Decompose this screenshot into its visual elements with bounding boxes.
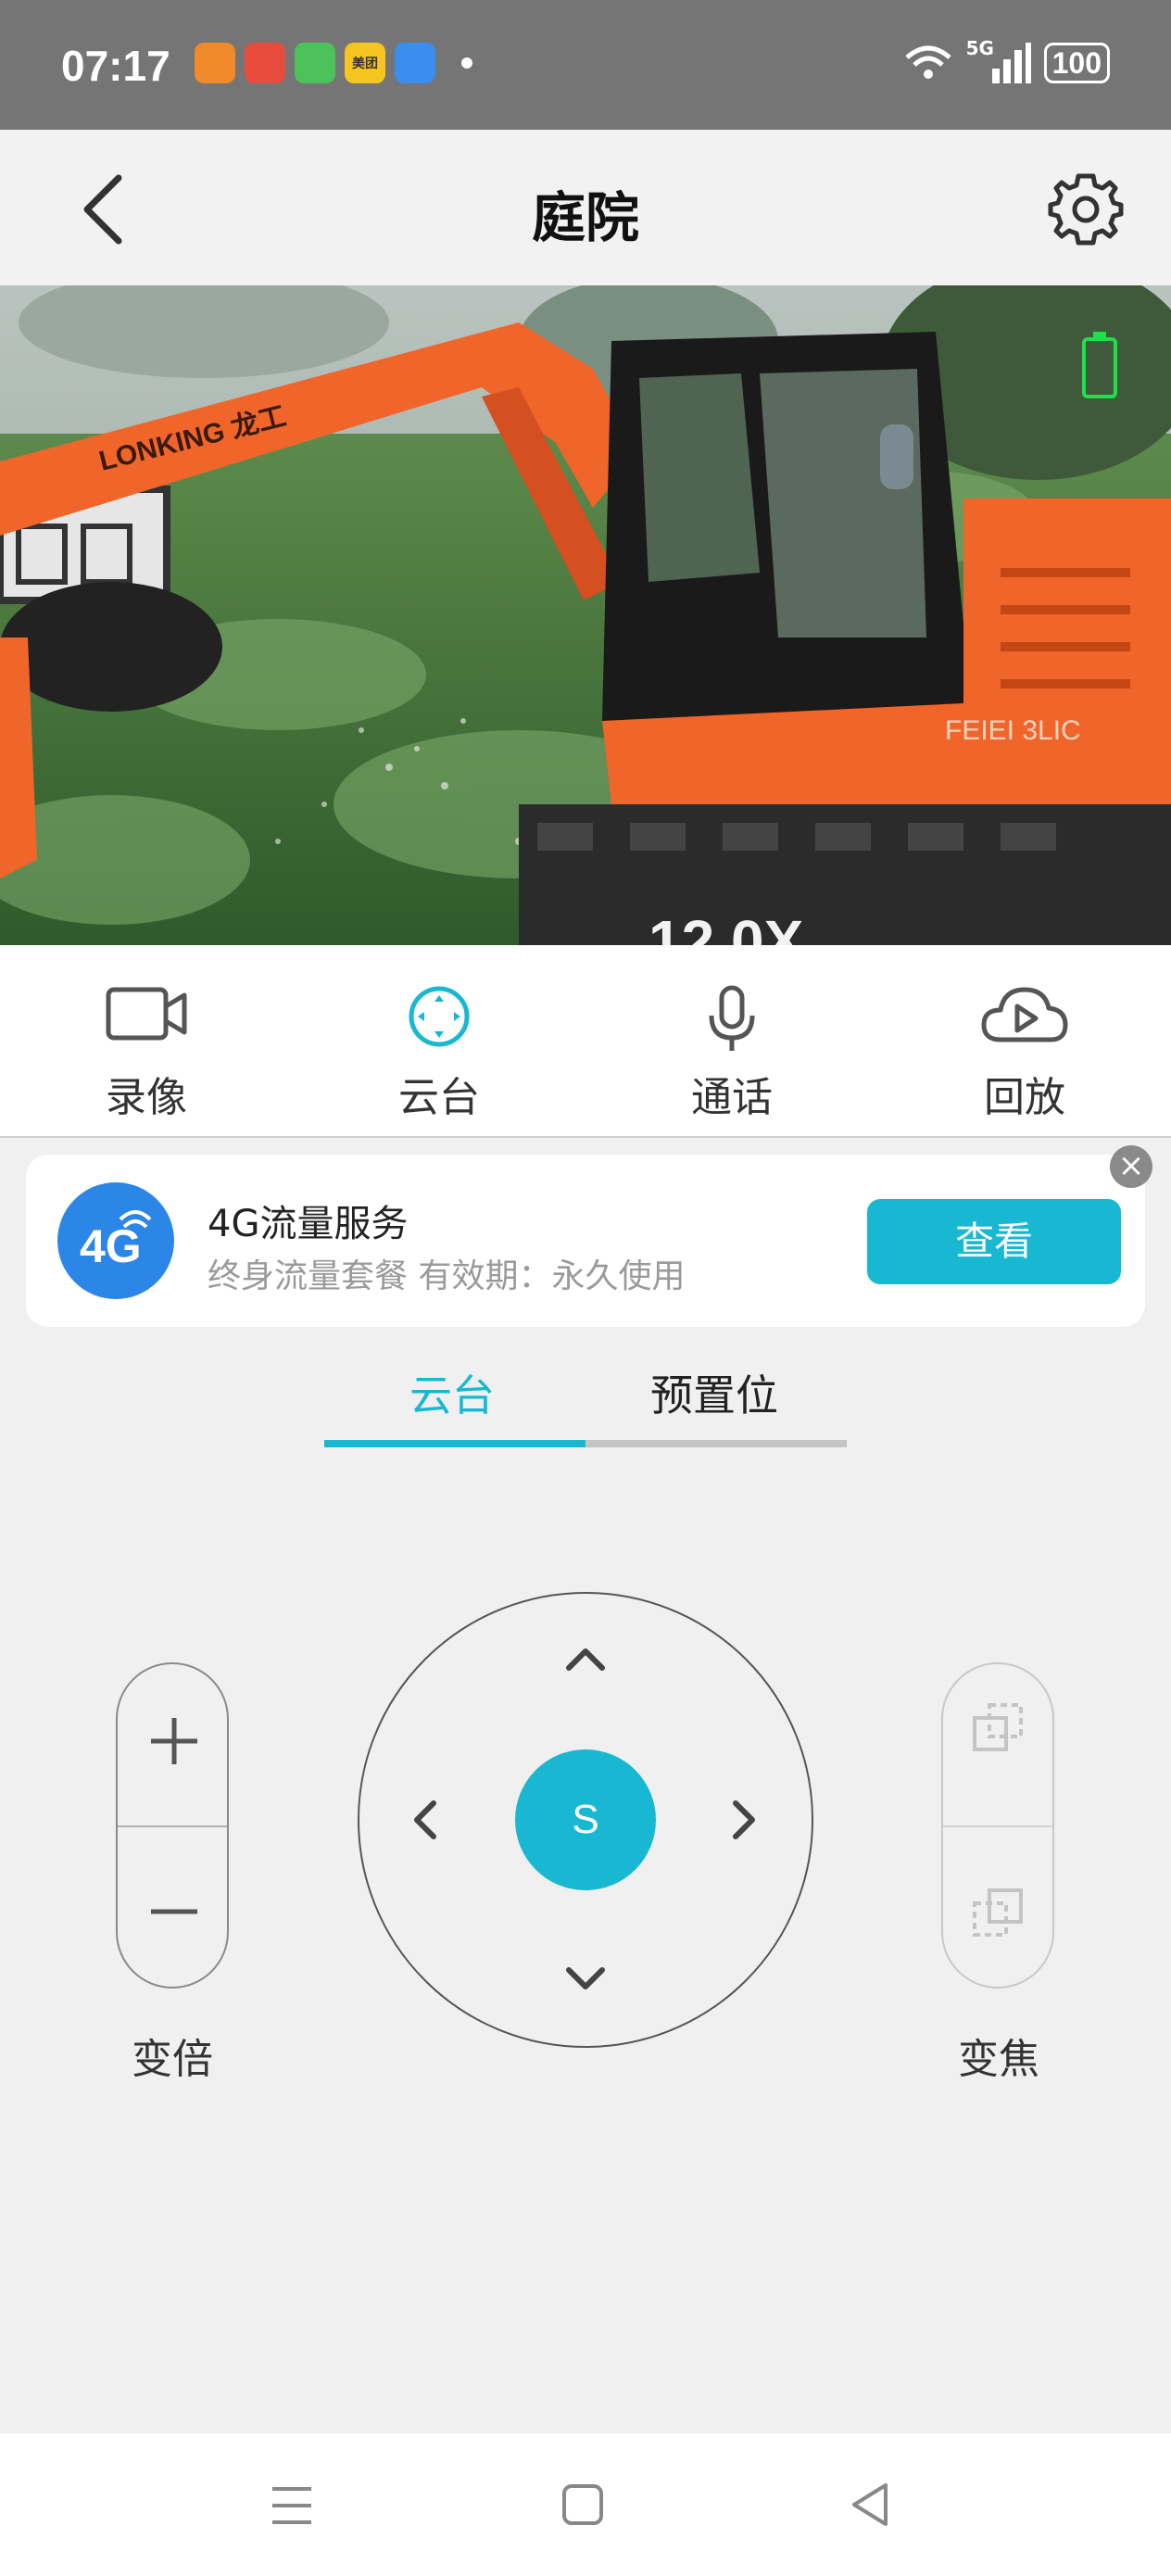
video-frame: LONKING 龙工 FEIEI 3LIC 12 0X (0, 285, 1171, 945)
focus-far-icon[interactable] (971, 1887, 1028, 1944)
zoom-out-icon[interactable] (147, 1907, 201, 1916)
ptz-action[interactable]: 云台 (293, 945, 586, 1136)
notification-icons: 美团 (195, 43, 472, 83)
arrow-down-icon[interactable] (563, 1964, 608, 1992)
signal-waves-icon (119, 1210, 152, 1229)
view-button[interactable]: 查看 (867, 1199, 1121, 1284)
video-overlay-text: 12 0X (648, 908, 804, 945)
focus-divider (943, 1825, 1052, 1827)
status-bar: 07:17 美团 5G 100 (0, 0, 1171, 130)
arrow-right-icon[interactable] (730, 1798, 758, 1842)
arrow-left-icon[interactable] (411, 1798, 439, 1842)
app-icon-2 (245, 43, 285, 83)
gear-icon[interactable] (1047, 170, 1125, 248)
record-action[interactable]: 录像 (0, 945, 293, 1136)
top-bar: 庭院 (0, 130, 1171, 285)
talk-label: 通话 (691, 1074, 773, 1121)
signal-icon: 5G (966, 37, 1031, 83)
ptz-icon (409, 986, 470, 1047)
meituan-icon: 美团 (345, 43, 385, 83)
app-icon-1 (195, 43, 235, 83)
focus-label: 变焦 (958, 2036, 1039, 2083)
tab-indicator-track (586, 1440, 847, 1447)
focus-near-icon[interactable] (971, 1701, 1028, 1759)
playback-label: 回放 (984, 1074, 1065, 1121)
ptz-label: 云台 (398, 1074, 480, 1121)
action-bar: 录像 云台 通话 回放 (0, 945, 1171, 1138)
home-icon[interactable] (561, 2483, 604, 2526)
focus-control (941, 1662, 1054, 1989)
tab-indicator-active (324, 1440, 586, 1447)
battery-indicator: 100 (1043, 43, 1110, 83)
system-nav-bar (0, 2433, 1171, 2576)
talk-action[interactable]: 通话 (586, 945, 878, 1136)
playback-action[interactable]: 回放 (878, 945, 1171, 1136)
app-icon-3 (295, 43, 335, 83)
back-nav-icon[interactable] (849, 2481, 891, 2528)
center-button[interactable]: S (515, 1749, 656, 1890)
menu-icon[interactable] (271, 2485, 313, 2526)
arrow-up-icon[interactable] (563, 1646, 608, 1673)
status-time: 07:17 (61, 42, 170, 90)
video-camera-icon (106, 987, 187, 1041)
4g-badge-icon: 4G (57, 1182, 174, 1299)
zoom-label: 变倍 (132, 2036, 213, 2083)
zoom-control (116, 1662, 229, 1989)
promo-subtitle: 终身流量套餐 有效期：永久使用 (208, 1257, 686, 1295)
zoom-in-icon[interactable] (147, 1714, 201, 1768)
tab-preset[interactable]: 预置位 (650, 1362, 778, 1423)
live-video[interactable]: LONKING 龙工 FEIEI 3LIC 12 0X (0, 285, 1171, 945)
microphone-icon (709, 985, 755, 1051)
tab-ptz[interactable]: 云台 (409, 1362, 495, 1423)
page-title: 庭院 (531, 186, 639, 249)
status-indicators: 5G 100 (903, 37, 1110, 83)
network-type: 5G (965, 37, 994, 59)
weather-icon (395, 43, 435, 83)
promo-title: 4G流量服务 (208, 1203, 409, 1245)
close-icon[interactable]: × (1110, 1145, 1152, 1188)
video-model-text: FEIEI 3LIC (945, 715, 1081, 746)
record-label: 录像 (106, 1074, 187, 1121)
cloud-play-icon (981, 987, 1068, 1042)
zoom-divider (118, 1825, 227, 1827)
more-notifications-dot (461, 57, 472, 69)
promo-card: 4G 4G流量服务 终身流量套餐 有效期：永久使用 查看 (26, 1155, 1145, 1327)
wifi-icon (904, 45, 951, 79)
